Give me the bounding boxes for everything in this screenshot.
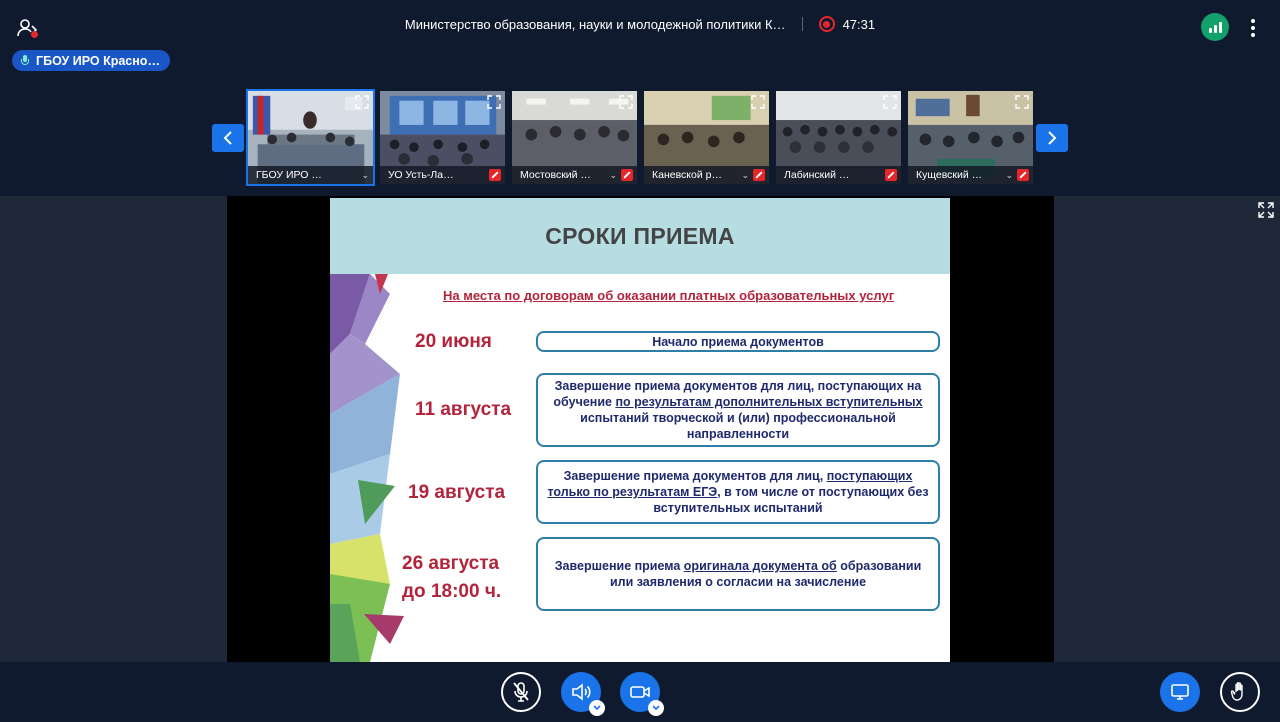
tile-label-bar: ГБОУ ИРО … ⌄ (248, 166, 373, 184)
raise-hand-icon (1230, 682, 1243, 701)
thumbnails-prev-button[interactable] (212, 124, 244, 152)
tile-label-bar: Кущевский … ⌄ (908, 166, 1033, 184)
row-date: 11 августа (415, 399, 512, 420)
screen-share-button[interactable] (1160, 672, 1200, 712)
notification-dot (31, 31, 38, 38)
signal-icon (1208, 28, 1212, 33)
description-part-underlined: оригинала документа об (683, 559, 837, 573)
participant-tile[interactable]: Лабинский … (774, 89, 903, 186)
camera-options-badge[interactable] (648, 700, 664, 716)
slide-subtitle: На места по договорам об оказании платны… (443, 288, 895, 303)
participant-tile[interactable]: УО Усть-Ла… (378, 89, 507, 186)
active-speaker-pill[interactable]: ГБОУ ИРО Красно… (12, 50, 170, 71)
expand-tile-icon[interactable] (1015, 95, 1029, 109)
bottom-toolbar (0, 662, 1280, 722)
tile-label-bar: Лабинский … (776, 166, 901, 184)
video-conference-app: Министерство образования, науки и молоде… (0, 0, 1280, 722)
expand-tile-icon[interactable] (751, 95, 765, 109)
description-text: Завершение приема документов для лиц, по… (546, 378, 930, 442)
title-bar: Министерство образования, науки и молоде… (0, 16, 1280, 32)
description-part: Завершение приема документов для лиц, (563, 469, 827, 483)
description-text: Завершение приема оригинала документа об… (546, 558, 930, 590)
connection-quality-button[interactable] (1201, 13, 1229, 41)
camera-toggle-button[interactable] (620, 672, 664, 716)
participant-tile[interactable]: Мостовский … ⌄ (510, 89, 639, 186)
row-date: 20 июня (415, 331, 492, 352)
participant-name: Мостовский … (520, 169, 591, 181)
more-menu-button[interactable] (1244, 14, 1262, 42)
description-part: Начало приема документов (652, 334, 824, 349)
chevron-down-icon[interactable]: ⌄ (1005, 170, 1013, 181)
raise-hand-button[interactable] (1220, 672, 1260, 712)
mic-muted-icon (885, 169, 897, 181)
microphone-toggle-button[interactable] (501, 672, 541, 712)
signal-bar (1218, 22, 1222, 33)
mic-off-icon (513, 682, 529, 702)
tile-label-bar: Каневской р… ⌄ (644, 166, 769, 184)
row-description: Начало приема документов (536, 331, 940, 352)
participant-name: ГБОУ ИРО … (256, 169, 322, 181)
chevron-down-icon[interactable]: ⌄ (741, 170, 749, 181)
tile-label-bar: УО Усть-Ла… (380, 166, 505, 184)
description-part: испытаний творческой и (или) профессиона… (580, 411, 896, 441)
row-date: 19 августа (408, 482, 506, 503)
participant-name: Кущевский … (916, 169, 983, 181)
speaker-options-badge[interactable] (589, 700, 605, 716)
row-description: Завершение приема оригинала документа об… (536, 537, 940, 611)
thumbnails-next-button[interactable] (1036, 124, 1068, 152)
expand-tile-icon[interactable] (355, 95, 369, 109)
participant-tile[interactable]: ГБОУ ИРО … ⌄ (246, 89, 375, 186)
chevron-right-icon (1048, 131, 1057, 145)
tile-label-bar: Мостовский … ⌄ (512, 166, 637, 184)
participant-tile[interactable]: Кущевский … ⌄ (906, 89, 1035, 186)
recording-timer: 47:31 (842, 16, 876, 32)
mic-muted-icon (753, 169, 765, 181)
fullscreen-icon[interactable] (1258, 202, 1274, 218)
decorative-polygons (330, 274, 404, 662)
mic-muted-icon (489, 169, 501, 181)
description-part: Завершение приема (554, 559, 684, 573)
more-vertical-icon (1251, 19, 1255, 23)
dot (1251, 26, 1255, 30)
camera-icon (630, 686, 650, 698)
record-icon (818, 16, 835, 32)
conference-title: Министерство образования, науки и молоде… (404, 16, 786, 32)
mic-icon (20, 54, 30, 67)
participant-name: УО Усть-Ла… (388, 169, 454, 181)
chevron-down-icon[interactable]: ⌄ (361, 170, 369, 181)
active-speaker-name: ГБОУ ИРО Красно… (36, 53, 160, 68)
row-description: Завершение приема документов для лиц, по… (536, 460, 940, 524)
expand-tile-icon[interactable] (487, 95, 501, 109)
speaker-icon (572, 683, 591, 701)
participant-name: Каневской р… (652, 169, 722, 181)
description-text: Завершение приема документов для лиц, по… (546, 468, 930, 516)
row-date: 26 августа (402, 553, 500, 574)
presentation-slide: СРОКИ ПРИЕМА На места по договорам об ок… (330, 198, 950, 662)
row-time: до 18:00 ч. (402, 581, 502, 602)
dot (1251, 33, 1255, 37)
chevron-left-icon (223, 131, 232, 145)
participant-thumbnails: ГБОУ ИРО … ⌄ УО Усть-Ла… Мостовский … ⌄ … (246, 89, 1035, 186)
participant-name: Лабинский … (784, 169, 850, 181)
slide-title: СРОКИ ПРИЕМА (545, 222, 735, 249)
expand-tile-icon[interactable] (883, 95, 897, 109)
speaker-toggle-button[interactable] (561, 672, 605, 716)
screen-share-icon (1171, 684, 1189, 700)
mic-muted-icon (1017, 169, 1029, 181)
slide-header: СРОКИ ПРИЕМА (330, 198, 950, 274)
chevron-down-icon[interactable]: ⌄ (609, 170, 617, 181)
chevron-down-icon (593, 705, 601, 711)
recording-indicator: 47:31 (818, 16, 876, 32)
chevron-down-icon (652, 705, 660, 711)
title-separator (801, 17, 803, 31)
description-part-underlined: по результатам дополнительных вступитель… (615, 395, 923, 409)
row-description: Завершение приема документов для лиц, по… (536, 373, 940, 447)
participant-tile[interactable]: Каневской р… ⌄ (642, 89, 771, 186)
signal-bar (1213, 25, 1217, 33)
mic-muted-icon (621, 169, 633, 181)
expand-tile-icon[interactable] (619, 95, 633, 109)
